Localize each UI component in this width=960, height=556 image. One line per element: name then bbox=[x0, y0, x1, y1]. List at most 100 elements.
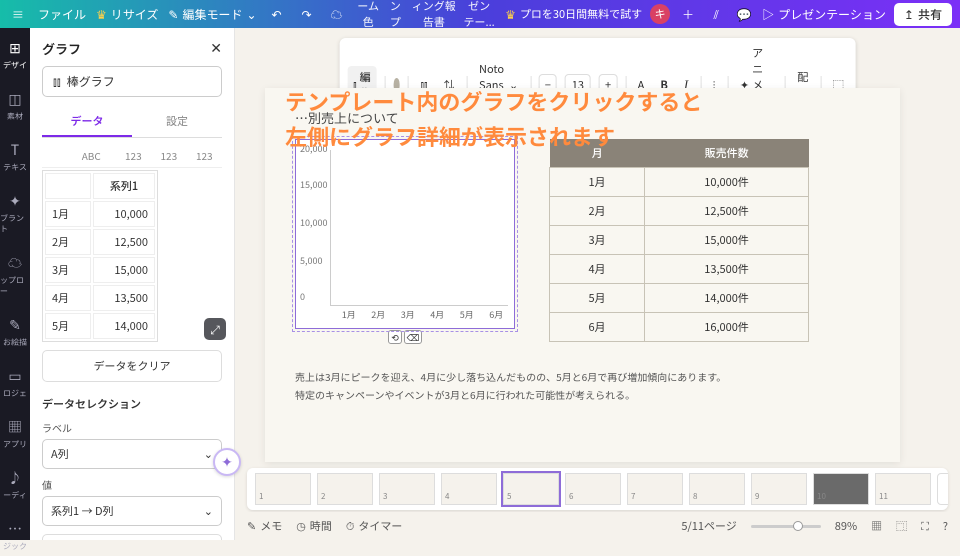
resize-menu[interactable]: ♛リサイズ bbox=[96, 6, 158, 23]
data-row[interactable]: 1月10,000 bbox=[45, 201, 155, 227]
nav-item-2[interactable]: Tテキス bbox=[0, 136, 30, 177]
cell-month[interactable]: 5月 bbox=[45, 313, 91, 339]
value-column-select[interactable]: 系列1 → D列⌄ bbox=[42, 496, 222, 526]
col-123-a[interactable]: 123 bbox=[116, 144, 151, 167]
plus-icon[interactable]: ＋ bbox=[678, 4, 698, 24]
nav-icon: ♪ bbox=[8, 468, 22, 488]
thumbnail-4[interactable]: 4 bbox=[441, 473, 497, 505]
cell-value[interactable]: 15,000 bbox=[93, 257, 155, 283]
thumbnail-3[interactable]: 3 bbox=[379, 473, 435, 505]
thumbnail-9[interactable]: 9 bbox=[751, 473, 807, 505]
nav-item-6[interactable]: ▭ロジェ bbox=[0, 362, 30, 403]
nav-label: ーディ bbox=[3, 490, 26, 501]
thumbnail-7[interactable]: 7 bbox=[627, 473, 683, 505]
series-header[interactable]: 系列1 bbox=[93, 173, 155, 199]
zoom-knob[interactable] bbox=[793, 521, 803, 531]
expand-table-button[interactable]: ⤢ bbox=[204, 318, 226, 340]
zoom-value[interactable]: 89% bbox=[835, 518, 857, 534]
grid-view-icon[interactable]: ▦ bbox=[871, 518, 882, 534]
cell-value[interactable]: 10,000 bbox=[93, 201, 155, 227]
table-row[interactable]: 6月16,000件 bbox=[550, 313, 809, 342]
swap-rows-cols-button[interactable]: 行と列の入れ替え bbox=[42, 534, 222, 540]
thumbnail-11[interactable]: 11 bbox=[875, 473, 931, 505]
zoom-slider[interactable] bbox=[751, 525, 821, 528]
slide-bullets[interactable]: 売上は3月にピークを迎え、4月に少し落ち込んだものの、5月と6月で再び増加傾向に… bbox=[295, 368, 870, 404]
nav-item-8[interactable]: ♪ ーディ bbox=[0, 464, 30, 505]
data-row[interactable]: 4月13,500 bbox=[45, 285, 155, 311]
nav-item-7[interactable]: ▦アプリ bbox=[0, 413, 30, 454]
nav-item-1[interactable]: ◫素材 bbox=[0, 85, 30, 126]
timer-button[interactable]: ⏱タイマー bbox=[346, 518, 403, 534]
data-row[interactable]: 2月12,500 bbox=[45, 229, 155, 255]
thumbnail-6[interactable]: 6 bbox=[565, 473, 621, 505]
hamburger-icon[interactable]: ≡ bbox=[8, 4, 28, 24]
nav-item-0[interactable]: ⊞デザイ bbox=[0, 34, 30, 75]
data-row[interactable]: 5月14,000 bbox=[45, 313, 155, 339]
data-table[interactable]: 系列1 1月10,0002月12,5003月15,0004月13,5005月14… bbox=[42, 170, 158, 342]
cell-month[interactable]: 2月 bbox=[45, 229, 91, 255]
tab-settings[interactable]: 設定 bbox=[132, 107, 222, 137]
label-column-select[interactable]: A列⌄ bbox=[42, 439, 222, 469]
help-icon[interactable]: ? bbox=[943, 518, 948, 534]
filmstrip-icon[interactable]: ⿹ bbox=[896, 518, 907, 534]
share-button[interactable]: ↥共有 bbox=[894, 3, 952, 26]
cell-month[interactable]: 3月 bbox=[45, 257, 91, 283]
sales-table[interactable]: 月販売件数 1月10,000件2月12,500件3月15,000件4月13,50… bbox=[549, 139, 809, 342]
duration-button[interactable]: ◷時間 bbox=[296, 518, 332, 534]
fullscreen-icon[interactable]: ⛶ bbox=[921, 518, 929, 534]
table-row[interactable]: 5月14,000件 bbox=[550, 284, 809, 313]
cell-value[interactable]: 14,000 bbox=[93, 313, 155, 339]
data-row[interactable]: 3月15,000 bbox=[45, 257, 155, 283]
comment-icon[interactable]: 💬 bbox=[734, 4, 754, 24]
table-row[interactable]: 1月10,000件 bbox=[550, 168, 809, 197]
thumbnail-5[interactable]: 5 bbox=[503, 473, 559, 505]
cloud-sync-icon[interactable]: ☁ bbox=[327, 4, 347, 24]
undo-icon[interactable]: ↶ bbox=[267, 4, 287, 24]
user-avatar[interactable]: キ bbox=[650, 4, 670, 24]
add-slide-button[interactable]: + bbox=[937, 473, 948, 505]
col-123-c[interactable]: 123 bbox=[187, 144, 222, 167]
cell-month[interactable]: 4月 bbox=[45, 285, 91, 311]
table-row[interactable]: 3月15,000件 bbox=[550, 226, 809, 255]
ai-assist-button[interactable]: ✦ bbox=[213, 448, 241, 476]
redo-icon[interactable]: ↷ bbox=[297, 4, 317, 24]
cell-value[interactable]: 13,500 bbox=[93, 285, 155, 311]
thumbnail-8[interactable]: 8 bbox=[689, 473, 745, 505]
nav-item-4[interactable]: ☁ップロー bbox=[0, 249, 30, 301]
ytick: 5,000 bbox=[300, 254, 322, 267]
thumbnail-10[interactable]: 10 bbox=[813, 473, 869, 505]
analytics-icon[interactable]: ⫽ bbox=[706, 4, 726, 24]
tab-data[interactable]: データ bbox=[42, 107, 132, 137]
rotate-handle[interactable]: ⟲ bbox=[388, 330, 402, 344]
nav-item-9[interactable]: ⋯ジック bbox=[0, 515, 30, 556]
stopwatch-icon: ⏱ bbox=[346, 518, 355, 534]
thumbnail-1[interactable]: 1 bbox=[255, 473, 311, 505]
page-indicator[interactable]: 5/11ページ bbox=[681, 518, 736, 534]
trial-button[interactable]: ♛プロを30日間無料で試す bbox=[505, 6, 642, 23]
clear-data-button[interactable]: データをクリア bbox=[42, 350, 222, 382]
notes-button[interactable]: ✎メモ bbox=[247, 518, 282, 534]
chart-type-selector[interactable]: ⫾⫾ 棒グラフ bbox=[42, 66, 222, 97]
editmode-menu[interactable]: ✎編集モード⌄ bbox=[168, 6, 256, 23]
nav-item-5[interactable]: ✎お絵描 bbox=[0, 311, 30, 352]
table-row[interactable]: 2月12,500件 bbox=[550, 197, 809, 226]
nav-icon: ✎ bbox=[9, 315, 21, 335]
slide-canvas[interactable]: …別売上について 20,000 15,000 10,000 5,000 0 1月… bbox=[265, 88, 900, 462]
nav-item-3[interactable]: ✦ブラント bbox=[0, 187, 30, 239]
cell-month[interactable]: 1月 bbox=[45, 201, 91, 227]
present-button[interactable]: ▷プレゼンテーション bbox=[762, 6, 886, 23]
col-123-b[interactable]: 123 bbox=[151, 144, 186, 167]
thumbnail-2[interactable]: 2 bbox=[317, 473, 373, 505]
top-menu-bar: ≡ ファイル ♛リサイズ ✎編集モード⌄ ↶ ↷ ☁ クリーム色 シンプル マー… bbox=[0, 0, 960, 28]
close-icon[interactable]: ✕ bbox=[210, 38, 222, 58]
cell-month: 4月 bbox=[550, 255, 645, 284]
pencil-icon: ✎ bbox=[168, 6, 178, 23]
delete-handle[interactable]: ⌫ bbox=[404, 330, 422, 344]
cell-value[interactable]: 12,500 bbox=[93, 229, 155, 255]
slide-title[interactable]: …別売上について bbox=[295, 108, 870, 127]
share-label: 共有 bbox=[918, 6, 942, 23]
bar-chart-element[interactable]: 20,000 15,000 10,000 5,000 0 1月2月3月4月5月6… bbox=[295, 139, 515, 329]
table-row[interactable]: 4月13,500件 bbox=[550, 255, 809, 284]
col-abc[interactable]: ABC bbox=[67, 144, 116, 167]
file-menu[interactable]: ファイル bbox=[38, 6, 86, 23]
